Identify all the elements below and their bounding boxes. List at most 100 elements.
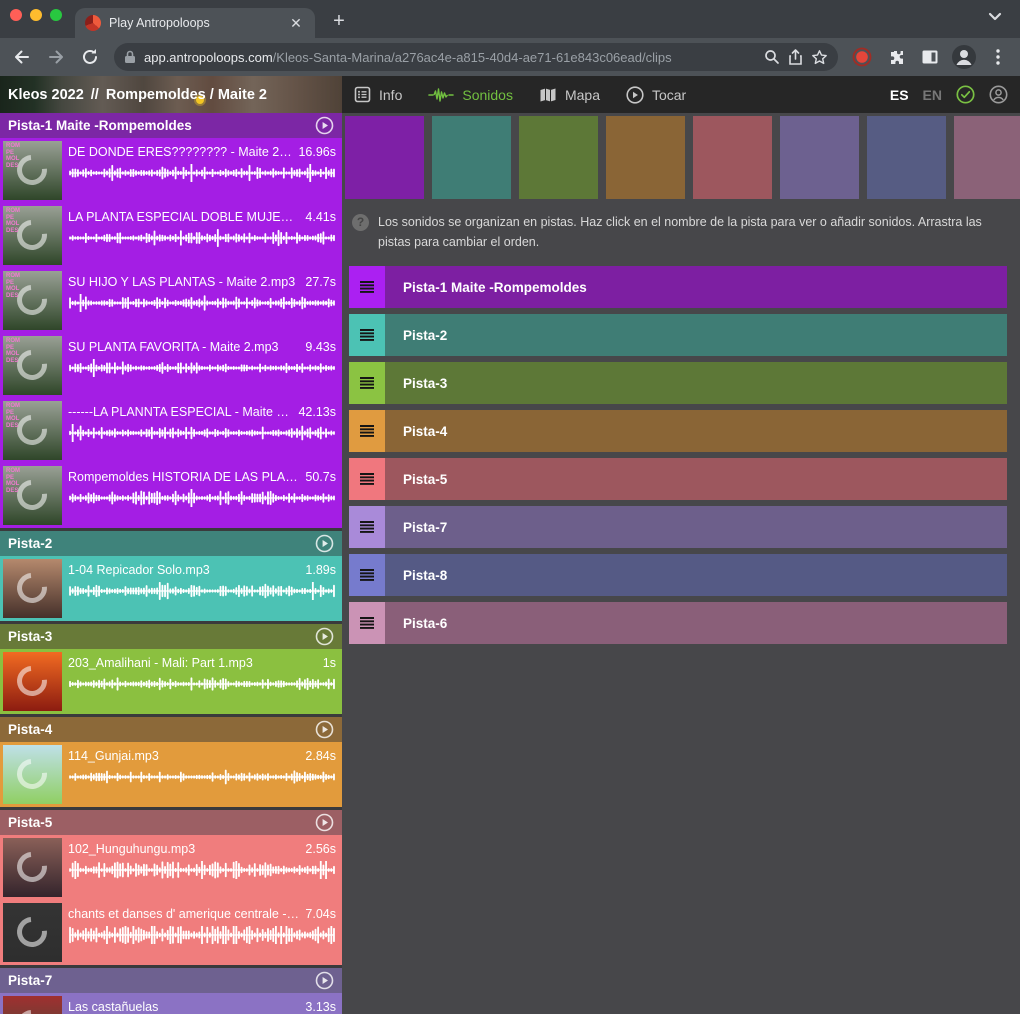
tab-search-chevron-icon[interactable] xyxy=(988,12,1002,22)
close-window-button[interactable] xyxy=(10,9,22,21)
track-row-name[interactable]: Pista-3 xyxy=(403,376,447,391)
clip-waveform[interactable] xyxy=(68,675,336,693)
breadcrumb[interactable]: Kleos 2022 // Rompemoldes / Maite 2 xyxy=(0,76,342,113)
track-row-body[interactable]: Pista-3 xyxy=(385,362,1007,404)
sidebar-track-header[interactable]: Pista-3 xyxy=(0,624,342,649)
lang-es-button[interactable]: ES xyxy=(890,87,909,103)
reload-button[interactable] xyxy=(76,43,104,71)
audio-clip[interactable]: ROM PE MOL DES ------LA PLANNTA ESPECIAL… xyxy=(0,398,342,463)
drag-handle[interactable] xyxy=(349,266,385,308)
new-tab-button[interactable]: + xyxy=(327,10,351,33)
extensions-puzzle-icon[interactable] xyxy=(882,43,910,71)
sidebar-track-name[interactable]: Pista-2 xyxy=(8,536,315,551)
tab-close-icon[interactable]: ✕ xyxy=(287,15,305,32)
account-icon[interactable] xyxy=(989,85,1008,104)
track-row[interactable]: Pista-5 xyxy=(349,458,1007,500)
audio-clip[interactable]: ROM PE MOL DES DE DONDE ERES???????? - M… xyxy=(0,138,342,203)
sidebar-track-name[interactable]: Pista-3 xyxy=(8,629,315,644)
sidebar-track-name[interactable]: Pista-1 Maite -Rompemoldes xyxy=(8,118,315,133)
drag-handle[interactable] xyxy=(349,314,385,356)
browser-tab[interactable]: Play Antropoloops ✕ xyxy=(75,8,315,38)
tab-mapa[interactable]: Mapa xyxy=(539,87,600,103)
audio-clip[interactable]: 203_Amalihani - Mali: Part 1.mp3 1s xyxy=(0,649,342,714)
clip-waveform[interactable] xyxy=(68,229,336,247)
track-play-button[interactable] xyxy=(315,813,334,832)
track-row[interactable]: Pista-8 xyxy=(349,554,1007,596)
audio-clip[interactable]: 1-04 Repicador Solo.mp3 1.89s xyxy=(0,556,342,621)
track-row-name[interactable]: Pista-7 xyxy=(403,520,447,535)
track-row-body[interactable]: Pista-2 xyxy=(385,314,1007,356)
track-row-body[interactable]: Pista-8 xyxy=(385,554,1007,596)
track-play-button[interactable] xyxy=(315,534,334,553)
audio-clip[interactable]: ROM PE MOL DES SU PLANTA FAVORITA - Mait… xyxy=(0,333,342,398)
drag-handle[interactable] xyxy=(349,362,385,404)
track-row-name[interactable]: Pista-8 xyxy=(403,568,447,583)
track-row[interactable]: Pista-4 xyxy=(349,410,1007,452)
clip-waveform[interactable] xyxy=(68,489,336,507)
audio-clip[interactable]: ROM PE MOL DES SU HIJO Y LAS PLANTAS - M… xyxy=(0,268,342,333)
audio-clip[interactable]: chants et danses d' amerique centrale - … xyxy=(0,900,342,965)
minimize-window-button[interactable] xyxy=(30,9,42,21)
track-row-body[interactable]: Pista-6 xyxy=(385,602,1007,644)
breadcrumb-site[interactable]: Kleos 2022 xyxy=(8,87,84,103)
track-row-body[interactable]: Pista-4 xyxy=(385,410,1007,452)
track-play-button[interactable] xyxy=(315,971,334,990)
sidebar-track-header[interactable]: Pista-5 xyxy=(0,810,342,835)
track-play-button[interactable] xyxy=(315,720,334,739)
drag-handle[interactable] xyxy=(349,410,385,452)
audio-clip[interactable]: 102_Hunguhungu.mp3 2.56s xyxy=(0,835,342,900)
drag-handle[interactable] xyxy=(349,602,385,644)
side-panel-icon[interactable] xyxy=(916,43,944,71)
bookmark-star-icon[interactable] xyxy=(811,49,828,66)
breadcrumb-page[interactable]: Rompemoldes / Maite 2 xyxy=(106,87,267,103)
track-row-name[interactable]: Pista-6 xyxy=(403,616,447,631)
sidebar-track-name[interactable]: Pista-4 xyxy=(8,722,315,737)
track-row[interactable]: Pista-6 xyxy=(349,602,1007,644)
track-play-button[interactable] xyxy=(315,116,334,135)
clip-waveform[interactable] xyxy=(68,582,336,600)
track-row-name[interactable]: Pista-2 xyxy=(403,328,447,343)
tab-sonidos[interactable]: Sonidos xyxy=(428,87,513,103)
clip-waveform[interactable] xyxy=(68,424,336,442)
back-button[interactable] xyxy=(8,43,36,71)
track-row[interactable]: Pista-1 Maite -Rompemoldes xyxy=(349,266,1007,308)
audio-clip[interactable]: Las castañuelas 3.13s xyxy=(0,993,342,1014)
sidebar-track-header[interactable]: Pista-7 xyxy=(0,968,342,993)
forward-button[interactable] xyxy=(42,43,70,71)
clip-waveform[interactable] xyxy=(68,294,336,312)
track-row[interactable]: Pista-3 xyxy=(349,362,1007,404)
track-play-button[interactable] xyxy=(315,627,334,646)
audio-clip[interactable]: ROM PE MOL DES LA PLANTA ESPECIAL DOBLE … xyxy=(0,203,342,268)
clip-waveform[interactable] xyxy=(68,926,336,944)
profile-avatar[interactable] xyxy=(950,43,978,71)
track-row-body[interactable]: Pista-7 xyxy=(385,506,1007,548)
audio-clip[interactable]: ROM PE MOL DES Rompemoldes HISTORIA DE L… xyxy=(0,463,342,528)
tab-info[interactable]: Info xyxy=(354,86,402,103)
clip-waveform[interactable] xyxy=(68,164,336,182)
sidebar-track-name[interactable]: Pista-5 xyxy=(8,815,315,830)
sidebar-track-header[interactable]: Pista-4 xyxy=(0,717,342,742)
clip-waveform[interactable] xyxy=(68,359,336,377)
browser-menu-kebab-icon[interactable] xyxy=(984,43,1012,71)
share-icon[interactable] xyxy=(788,49,803,66)
maximize-window-button[interactable] xyxy=(50,9,62,21)
audio-clip[interactable]: 114_Gunjai.mp3 2.84s xyxy=(0,742,342,807)
track-row[interactable]: Pista-7 xyxy=(349,506,1007,548)
track-row-body[interactable]: Pista-5 xyxy=(385,458,1007,500)
clip-waveform[interactable] xyxy=(68,768,336,786)
track-row-name[interactable]: Pista-4 xyxy=(403,424,447,439)
sidebar-track-name[interactable]: Pista-7 xyxy=(8,973,315,988)
lang-en-button[interactable]: EN xyxy=(923,87,942,103)
drag-handle[interactable] xyxy=(349,554,385,596)
track-row-name[interactable]: Pista-1 Maite -Rompemoldes xyxy=(403,280,587,295)
tab-tocar[interactable]: Tocar xyxy=(626,86,686,104)
track-row-name[interactable]: Pista-5 xyxy=(403,472,447,487)
record-indicator-icon[interactable] xyxy=(848,43,876,71)
drag-handle[interactable] xyxy=(349,458,385,500)
sidebar-track-header[interactable]: Pista-1 Maite -Rompemoldes xyxy=(0,113,342,138)
drag-handle[interactable] xyxy=(349,506,385,548)
url-bar[interactable]: app.antropoloops.com/Kleos-Santa-Marina/… xyxy=(114,43,838,71)
sidebar-track-header[interactable]: Pista-2 xyxy=(0,531,342,556)
track-row-body[interactable]: Pista-1 Maite -Rompemoldes xyxy=(385,266,1007,308)
clip-waveform[interactable] xyxy=(68,861,336,879)
